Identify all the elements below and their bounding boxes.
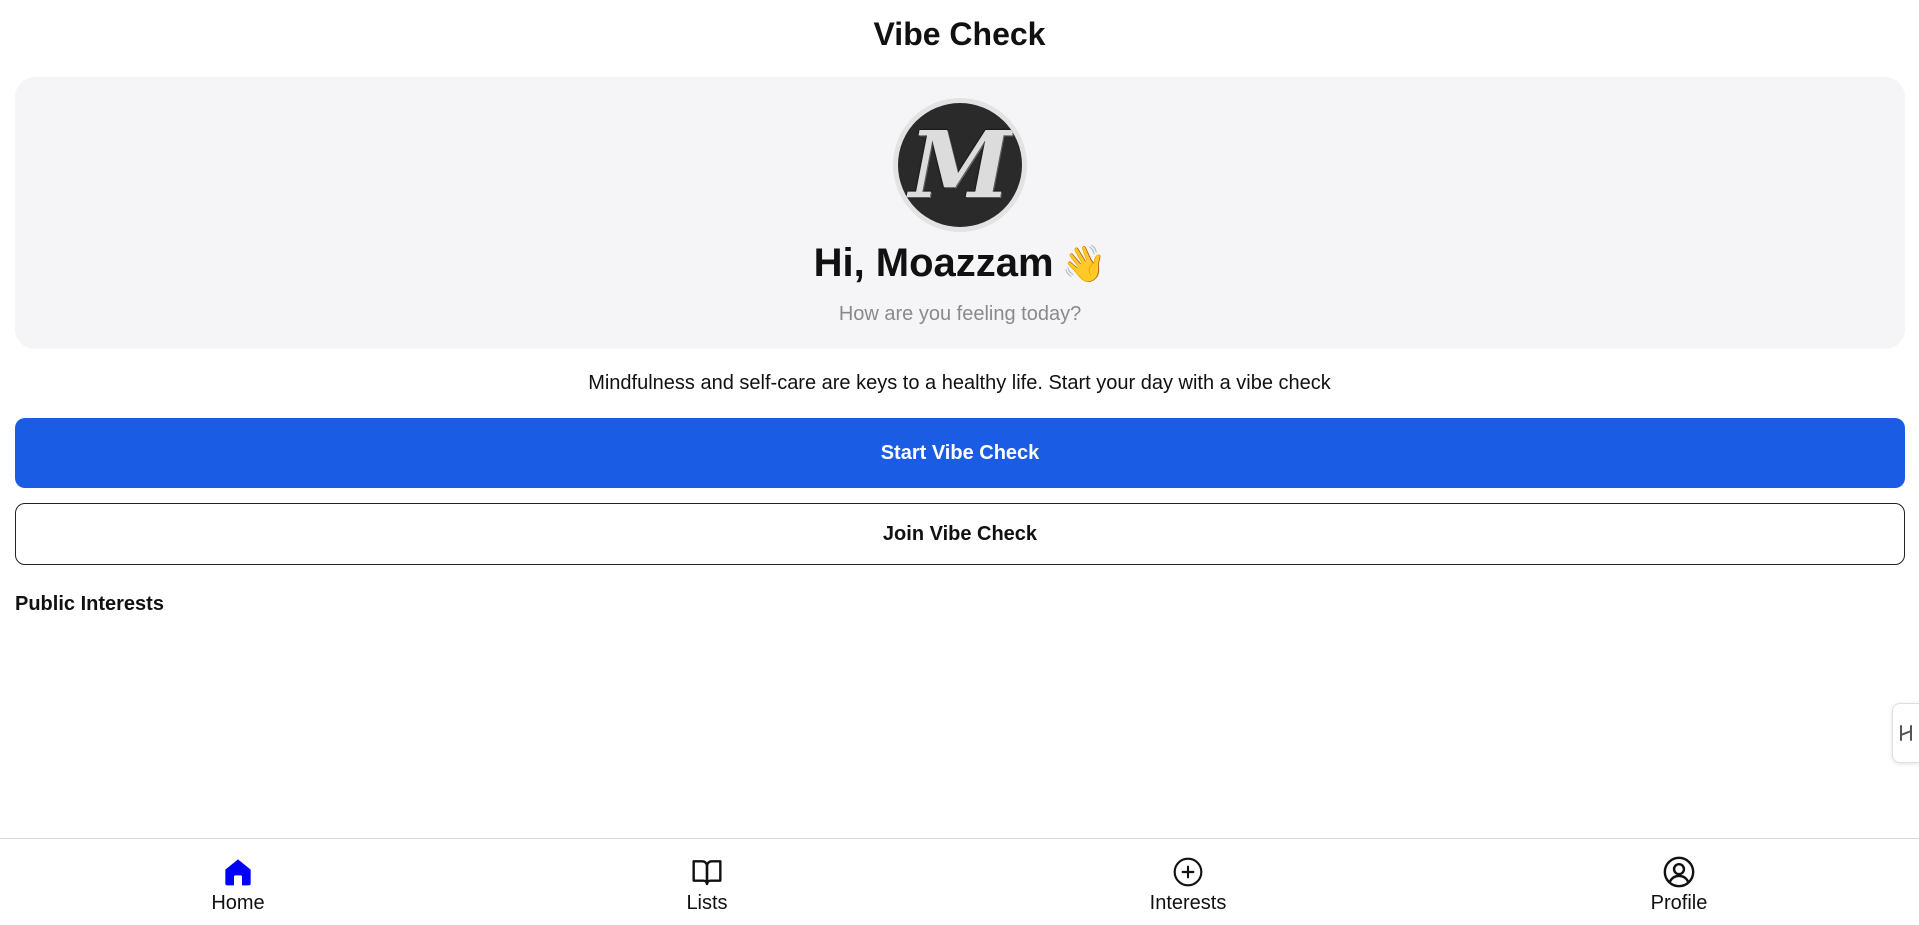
user-circle-icon <box>1662 855 1696 889</box>
tagline-text: Mindfulness and self-care are keys to a … <box>588 372 1331 394</box>
plus-circle-icon <box>1171 855 1205 889</box>
greeting-heading: Hi, Moazzam 👋 <box>15 241 1905 286</box>
nav-item-lists[interactable]: Lists <box>607 839 807 925</box>
avatar[interactable]: M <box>893 98 1027 232</box>
nav-item-home[interactable]: Home <box>138 839 338 925</box>
greeting-card: M Hi, Moazzam 👋 How are you feeling today… <box>15 77 1905 349</box>
waving-hand-icon: 👋 <box>1061 243 1107 284</box>
nav-label-lists: Lists <box>686 892 728 914</box>
home-icon <box>221 855 255 889</box>
public-interests-heading: Public Interests <box>15 593 164 615</box>
greeting-text: Hi, Moazzam <box>813 241 1054 285</box>
side-panel-handle[interactable] <box>1892 703 1919 763</box>
nav-label-profile: Profile <box>1650 892 1708 914</box>
avatar-monogram: M <box>909 111 1011 219</box>
page-title: Vibe Check <box>873 16 1046 52</box>
join-vibe-check-button[interactable]: Join Vibe Check <box>15 503 1905 565</box>
bottom-navigation: Home Lists Interests Profile <box>0 838 1919 925</box>
nav-label-home: Home <box>211 892 265 914</box>
nav-item-profile[interactable]: Profile <box>1579 839 1779 925</box>
split-handle-icon <box>1900 725 1912 741</box>
app-root: Vibe Check M Hi, Moazzam 👋 How are you fe… <box>0 0 1919 925</box>
start-vibe-check-button[interactable]: Start Vibe Check <box>15 418 1905 488</box>
nav-item-interests[interactable]: Interests <box>1088 839 1288 925</box>
book-open-icon <box>690 855 724 889</box>
nav-label-interests: Interests <box>1149 892 1227 914</box>
greeting-subtitle: How are you feeling today? <box>838 303 1082 325</box>
avatar-image: M <box>898 103 1022 227</box>
